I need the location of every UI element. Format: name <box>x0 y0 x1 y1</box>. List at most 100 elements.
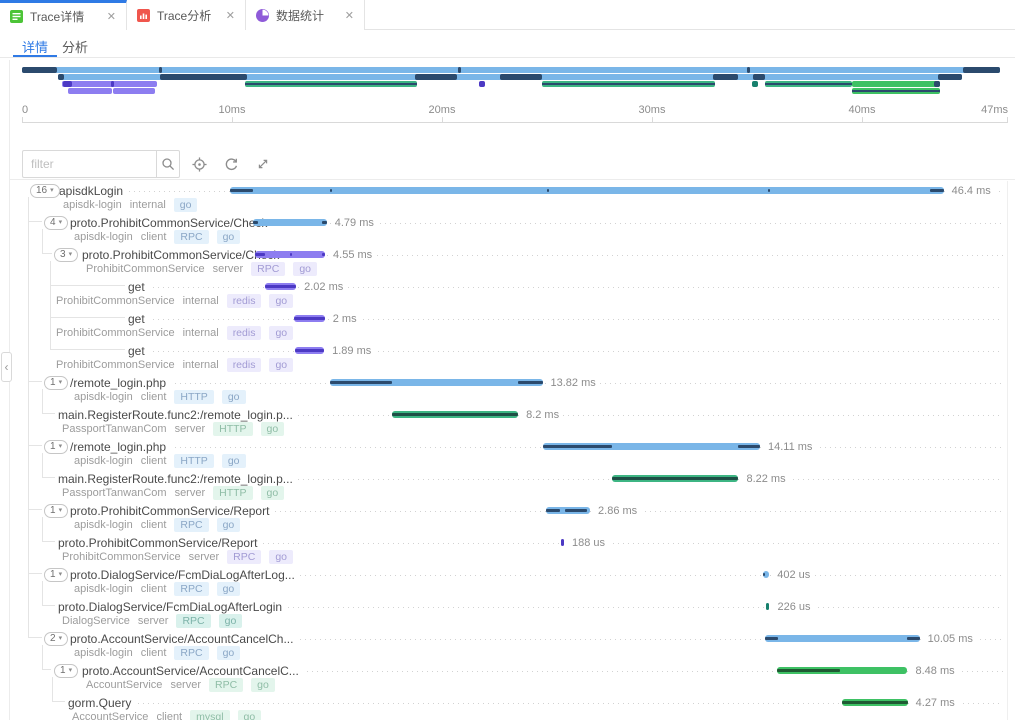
span-duration-bar[interactable] <box>766 603 769 610</box>
span-meta: apisdk-loginclientRPCgo <box>74 230 248 244</box>
span-row[interactable]: main.RegisterRoute.func2:/remote_login.p… <box>0 469 1015 501</box>
span-duration-bar[interactable] <box>543 443 760 450</box>
span-duration-bar[interactable] <box>295 347 324 354</box>
expand-collapse-chip[interactable]: 16▾ <box>30 184 60 198</box>
span-title: proto.DialogService/FcmDiaLogAfterLogin <box>58 600 287 614</box>
service-name: ProhibitCommonService <box>62 551 181 563</box>
span-self-time-segment <box>763 573 765 576</box>
span-title: proto.AccountService/AccountCancelC... <box>82 664 304 678</box>
span-self-time-segment <box>255 253 265 256</box>
span-self-time-segment <box>565 509 587 512</box>
span-title: get <box>128 344 150 358</box>
child-count: 1 <box>60 665 66 677</box>
span-title: proto.DialogService/FcmDiaLogAfterLog... <box>70 568 300 582</box>
span-row[interactable]: gorm.Query4.27 msAccountServiceclientmys… <box>0 693 1015 720</box>
span-row[interactable]: 3▾ proto.ProhibitCommonService/Check 4.55 … <box>0 245 1015 277</box>
service-name: apisdk-login <box>74 647 133 659</box>
span-duration-bar[interactable] <box>265 283 296 290</box>
span-duration-bar[interactable] <box>392 411 518 418</box>
span-row[interactable]: proto.ProhibitCommonService/Report188 us… <box>0 533 1015 565</box>
trace-viewer-window: Trace详情✕Trace分析✕数据统计✕ 详情分析 010ms20ms30ms… <box>0 0 1015 720</box>
span-duration-bar[interactable] <box>612 475 738 482</box>
service-name: DialogService <box>62 615 130 627</box>
tag-badge: RPC <box>174 646 208 660</box>
tag-badge: go <box>217 646 241 660</box>
span-row[interactable]: 1▾ proto.AccountService/AccountCancelC...… <box>0 661 1015 693</box>
span-row[interactable]: get2 msProhibitCommonServiceinternalredi… <box>0 309 1015 341</box>
span-meta: DialogServiceserverRPCgo <box>62 614 250 628</box>
service-name: ProhibitCommonService <box>56 327 175 339</box>
span-duration-bar[interactable] <box>842 699 908 706</box>
span-duration-label: 2.02 ms <box>300 281 347 294</box>
span-row[interactable]: proto.DialogService/FcmDiaLogAfterLogin 2… <box>0 597 1015 629</box>
span-duration-bar[interactable] <box>255 251 325 258</box>
span-self-time-segment <box>322 221 326 224</box>
span-self-time-segment <box>330 381 392 384</box>
span-duration-bar[interactable] <box>330 379 543 386</box>
chevron-down-icon: ▾ <box>59 633 63 645</box>
span-self-time-segment <box>265 285 296 288</box>
span-meta: apisdk-logininternalgo <box>63 198 205 212</box>
span-self-time-segment <box>842 701 908 704</box>
tag-badge: HTTP <box>174 390 213 404</box>
span-row[interactable]: 1▾/remote_login.php14.11 msapisdk-loginc… <box>0 437 1015 469</box>
span-kind: server <box>189 551 220 563</box>
child-count: 1 <box>50 441 56 453</box>
span-duration-bar[interactable] <box>230 187 944 194</box>
span-meta: AccountServiceserverRPCgo <box>86 678 283 692</box>
span-duration-label: 4.55 ms <box>329 249 376 262</box>
child-count: 16 <box>36 185 47 197</box>
expand-collapse-chip[interactable]: 1▾ <box>44 440 68 454</box>
span-duration-bar[interactable] <box>765 635 920 642</box>
span-meta: PassportTanwanComserverHTTPgo <box>62 486 292 500</box>
span-row[interactable]: 1▾proto.DialogService/FcmDiaLogAfterLog.… <box>0 565 1015 597</box>
span-self-time-segment <box>930 189 944 192</box>
span-row[interactable]: 2▾proto.AccountService/AccountCancelCh..… <box>0 629 1015 661</box>
service-name: apisdk-login <box>74 583 133 595</box>
span-duration-bar[interactable] <box>561 539 564 546</box>
span-duration-bar[interactable] <box>546 507 590 514</box>
span-duration-label: 2 ms <box>329 313 361 326</box>
span-title: proto.ProhibitCommonService/Report <box>70 504 274 518</box>
span-meta: ProhibitCommonServiceserverRPCgo <box>62 550 301 564</box>
span-title: proto.ProhibitCommonService/Check <box>82 248 284 262</box>
span-row[interactable]: 16▾apisdkLogin46.4 msapisdk-logininterna… <box>0 181 1015 213</box>
dotted-leader <box>128 351 1003 352</box>
span-duration-bar[interactable] <box>763 571 769 578</box>
chevron-down-icon: ▾ <box>59 377 63 389</box>
expand-collapse-chip[interactable]: 2▾ <box>44 632 68 646</box>
span-duration-label: 226 us <box>773 601 814 614</box>
tag-badge: go <box>261 422 285 436</box>
service-name: apisdk-login <box>74 455 133 467</box>
span-duration-label: 8.22 ms <box>742 473 789 486</box>
tag-badge: RPC <box>176 614 210 628</box>
span-self-time-segment <box>290 253 292 256</box>
chevron-down-icon: ▾ <box>59 441 63 453</box>
expand-collapse-chip[interactable]: 4▾ <box>44 216 68 230</box>
span-meta: AccountServiceclientmysqlgo <box>72 710 269 720</box>
span-row[interactable]: main.RegisterRoute.func2:/remote_login.p… <box>0 405 1015 437</box>
span-kind: internal <box>183 359 219 371</box>
expand-collapse-chip[interactable]: 1▾ <box>54 664 78 678</box>
span-row[interactable]: get1.89 msProhibitCommonServiceinternalr… <box>0 341 1015 373</box>
child-count: 3 <box>60 249 66 261</box>
span-title: apisdkLogin <box>59 184 128 198</box>
span-row[interactable]: 1▾proto.ProhibitCommonService/Report2.86… <box>0 501 1015 533</box>
span-meta: ProhibitCommonServiceinternalredisgo <box>56 358 301 372</box>
span-duration-label: 13.82 ms <box>547 377 600 390</box>
expand-collapse-chip[interactable]: 3▾ <box>54 248 78 262</box>
span-kind: internal <box>130 199 166 211</box>
expand-collapse-chip[interactable]: 1▾ <box>44 568 68 582</box>
span-row[interactable]: 1▾/remote_login.php13.82 msapisdk-loginc… <box>0 373 1015 405</box>
span-duration-bar[interactable] <box>777 667 907 674</box>
tag-badge: RPC <box>251 262 285 276</box>
span-self-time-segment <box>295 349 324 352</box>
span-row[interactable]: 4▾proto.ProhibitCommonService/Check4.79 … <box>0 213 1015 245</box>
span-duration-bar[interactable] <box>253 219 327 226</box>
tag-badge: HTTP <box>174 454 213 468</box>
tag-badge: go <box>269 358 293 372</box>
span-row[interactable]: get2.02 msProhibitCommonServiceinternalr… <box>0 277 1015 309</box>
expand-collapse-chip[interactable]: 1▾ <box>44 504 68 518</box>
expand-collapse-chip[interactable]: 1▾ <box>44 376 68 390</box>
span-duration-bar[interactable] <box>294 315 325 322</box>
